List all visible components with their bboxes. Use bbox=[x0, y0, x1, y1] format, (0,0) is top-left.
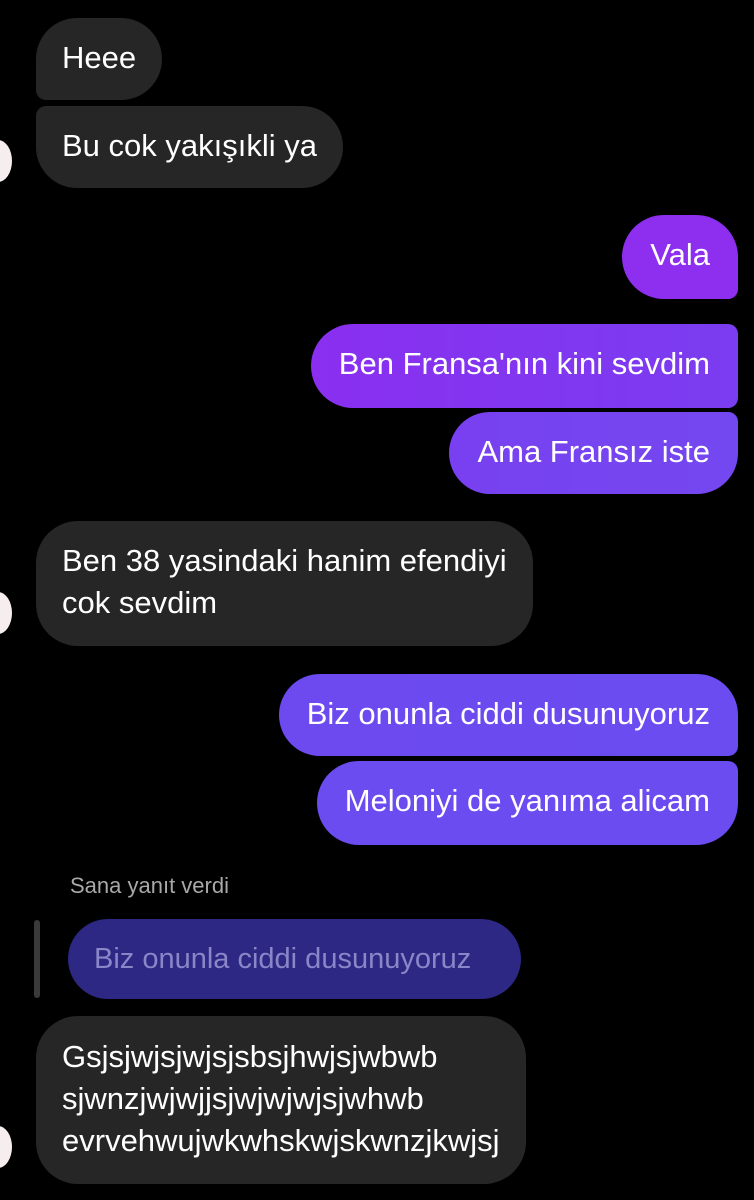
message-incoming-yakisikli[interactable]: Bu cok yakışıkli ya bbox=[36, 106, 343, 188]
message-outgoing-ciddi[interactable]: Biz onunla ciddi dusunuyoruz bbox=[278, 674, 738, 756]
message-incoming-heee[interactable]: Heee bbox=[36, 18, 163, 100]
message-outgoing-meloni[interactable]: Meloniyi de yanıma alicam bbox=[316, 761, 738, 845]
message-incoming-gibberish[interactable]: Gsjsjwjsjwjsjsbsjhwjsjwbwb sjwnzjwjwjjsj… bbox=[36, 1016, 526, 1184]
message-outgoing-fransiz[interactable]: Ama Fransız iste bbox=[449, 412, 738, 494]
sender-avatar[interactable] bbox=[0, 1126, 12, 1168]
message-incoming-38-yas[interactable]: Ben 38 yasindaki hanim efendiyi cok sevd… bbox=[36, 521, 533, 646]
reply-indicator-bar bbox=[34, 920, 40, 998]
sender-avatar[interactable] bbox=[0, 592, 12, 634]
reply-quoted-message[interactable]: Biz onunla ciddi dusunuyoruz bbox=[68, 919, 521, 999]
sender-avatar[interactable] bbox=[0, 140, 12, 182]
message-outgoing-fransa[interactable]: Ben Fransa'nın kini sevdim bbox=[310, 324, 738, 408]
message-outgoing-vala[interactable]: Vala bbox=[622, 215, 738, 299]
reply-label: Sana yanıt verdi bbox=[70, 873, 229, 898]
